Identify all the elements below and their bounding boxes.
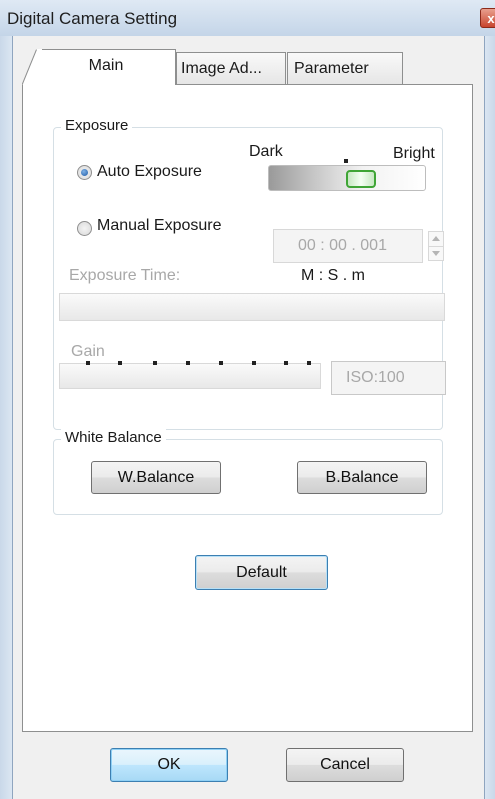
tab-image-adjust[interactable]: Image Ad... [176,52,286,84]
tab-main[interactable]: Main [36,49,176,85]
brightness-tick [344,159,348,163]
cancel-button[interactable]: Cancel [286,748,404,782]
gain-tick [153,361,157,365]
gain-label: Gain [71,343,105,360]
gain-tick [284,361,288,365]
manual-exposure-radio[interactable] [77,221,92,236]
white-balance-group-label: White Balance [61,429,166,446]
tab-main-label: Main [88,57,124,74]
close-icon: x [487,11,495,26]
close-button[interactable]: x [480,8,495,28]
tab-main-edge [22,49,42,86]
gain-tick [118,361,122,365]
brightness-thumb[interactable] [346,170,376,188]
default-button[interactable]: Default [195,555,328,590]
gain-tick [186,361,190,365]
gain-tick [86,361,90,365]
bright-label: Bright [393,145,435,162]
exposure-time-slider[interactable] [59,293,445,321]
w-balance-button-label: W.Balance [117,469,195,486]
auto-exposure-label: Auto Exposure [97,163,202,180]
gain-ticks [86,361,311,365]
tab-image-adjust-label: Image Ad... [181,60,262,77]
manual-exposure-label: Manual Exposure [97,217,222,234]
gain-tick [252,361,256,365]
dark-label: Dark [249,143,283,160]
exposure-time-field[interactable]: 00 : 00 . 001 [273,229,423,263]
cancel-button-label: Cancel [320,756,370,773]
gain-tick [219,361,223,365]
default-button-label: Default [236,564,287,581]
ok-button-label: OK [157,756,181,773]
time-format-label: M : S . m [301,267,365,284]
spin-down-icon[interactable] [432,251,440,256]
exposure-time-value: 00 : 00 . 001 [298,237,387,254]
window-title: Digital Camera Setting [7,9,178,28]
w-balance-button[interactable]: W.Balance [91,461,221,494]
title-bar: Digital Camera Setting [0,0,495,36]
iso-field[interactable]: ISO:100 [331,361,446,395]
b-balance-button-label: B.Balance [325,469,399,486]
tab-parameter[interactable]: Parameter [287,52,403,84]
exposure-time-label: Exposure Time: [69,267,181,284]
brightness-slider[interactable] [268,159,426,191]
ok-button[interactable]: OK [110,748,228,782]
tab-parameter-label: Parameter [294,60,369,77]
b-balance-button[interactable]: B.Balance [297,461,427,494]
auto-exposure-radio[interactable] [77,165,92,180]
exposure-time-spin[interactable] [428,231,444,261]
exposure-group-label: Exposure [61,117,133,134]
spin-up-icon[interactable] [432,236,440,241]
window-frame-left [0,36,13,799]
spin-divider [429,246,443,247]
window-frame-right [484,36,495,799]
main-tab-panel: Exposure Auto Exposure Dark Bright Manua… [22,84,473,732]
iso-value: ISO:100 [346,369,405,386]
gain-tick [307,361,311,365]
